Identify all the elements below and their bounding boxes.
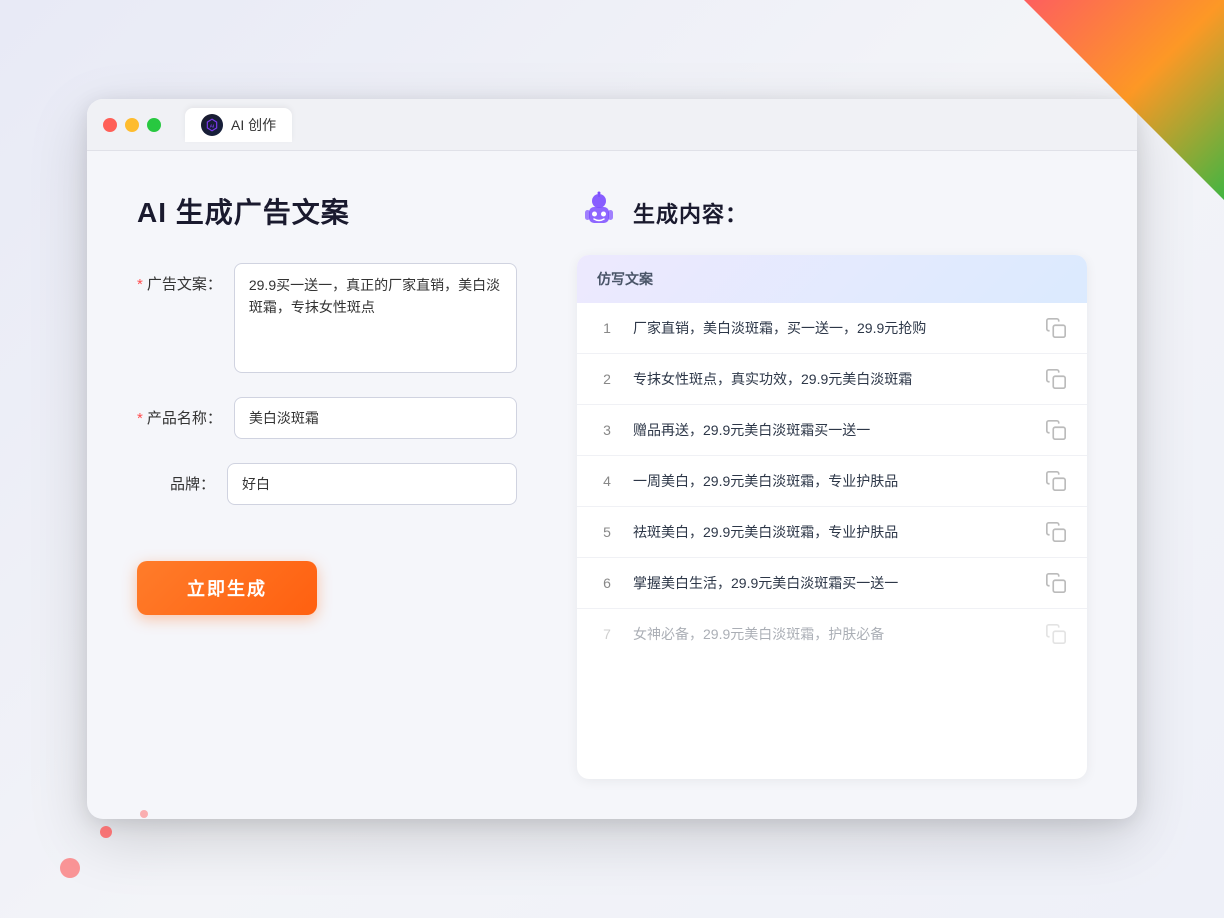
row-text: 赠品再送，29.9元美白淡斑霜买一送一	[633, 420, 1029, 441]
robot-icon	[577, 191, 621, 235]
maximize-button[interactable]	[147, 118, 161, 132]
ad-copy-input[interactable]	[234, 263, 517, 373]
active-tab[interactable]: AI AI 创作	[185, 108, 292, 142]
table-row: 7 女神必备，29.9元美白淡斑霜，护肤必备	[577, 609, 1087, 659]
ad-copy-label: *广告文案：	[137, 263, 234, 294]
row-text: 掌握美白生活，29.9元美白淡斑霜买一送一	[633, 573, 1029, 594]
right-panel: 生成内容： 仿写文案 1 厂家直销，美白淡斑霜，买一送一，29.9元抢购 2 专抹女…	[577, 191, 1087, 779]
copy-icon[interactable]	[1045, 419, 1067, 441]
row-number: 2	[597, 371, 617, 387]
brand-input[interactable]	[227, 463, 517, 505]
row-number: 1	[597, 320, 617, 336]
close-button[interactable]	[103, 118, 117, 132]
copy-icon[interactable]	[1045, 521, 1067, 543]
svg-text:AI: AI	[210, 123, 215, 128]
browser-window: AI AI 创作 AI 生成广告文案 *广告文案： *产品名称：	[87, 99, 1137, 819]
row-text: 一周美白，29.9元美白淡斑霜，专业护肤品	[633, 471, 1029, 492]
traffic-lights	[103, 118, 161, 132]
content-area: AI 生成广告文案 *广告文案： *产品名称： 品牌： 立	[87, 151, 1137, 819]
row-text: 祛斑美白，29.9元美白淡斑霜，专业护肤品	[633, 522, 1029, 543]
row-text: 女神必备，29.9元美白淡斑霜，护肤必备	[633, 624, 1029, 645]
results-header: 生成内容：	[577, 191, 1087, 235]
decorative-dot-1	[100, 826, 112, 838]
table-row: 1 厂家直销，美白淡斑霜，买一送一，29.9元抢购	[577, 303, 1087, 354]
row-number: 5	[597, 524, 617, 540]
table-row: 6 掌握美白生活，29.9元美白淡斑霜买一送一	[577, 558, 1087, 609]
product-name-input[interactable]	[234, 397, 517, 439]
copy-icon[interactable]	[1045, 572, 1067, 594]
brand-group: 品牌：	[137, 463, 517, 505]
title-bar: AI AI 创作	[87, 99, 1137, 151]
table-row: 5 祛斑美白，29.9元美白淡斑霜，专业护肤品	[577, 507, 1087, 558]
copy-icon[interactable]	[1045, 317, 1067, 339]
minimize-button[interactable]	[125, 118, 139, 132]
row-number: 4	[597, 473, 617, 489]
table-header: 仿写文案	[577, 255, 1087, 303]
row-number: 6	[597, 575, 617, 591]
generate-button[interactable]: 立即生成	[137, 561, 317, 615]
table-row: 4 一周美白，29.9元美白淡斑霜，专业护肤品	[577, 456, 1087, 507]
results-title: 生成内容：	[633, 197, 748, 229]
copy-icon[interactable]	[1045, 623, 1067, 645]
tab-label: AI 创作	[231, 115, 276, 135]
row-text: 专抹女性斑点，真实功效，29.9元美白淡斑霜	[633, 369, 1029, 390]
ad-copy-required: *	[137, 276, 143, 293]
row-number: 3	[597, 422, 617, 438]
results-table: 仿写文案 1 厂家直销，美白淡斑霜，买一送一，29.9元抢购 2 专抹女性斑点，真实…	[577, 255, 1087, 779]
left-panel: AI 生成广告文案 *广告文案： *产品名称： 品牌： 立	[137, 191, 517, 779]
product-name-required: *	[137, 410, 143, 427]
decorative-dot-2	[140, 810, 148, 818]
ad-copy-group: *广告文案：	[137, 263, 517, 373]
ai-tab-icon: AI	[201, 114, 223, 136]
brand-label: 品牌：	[137, 463, 227, 494]
copy-icon[interactable]	[1045, 470, 1067, 492]
table-row: 3 赠品再送，29.9元美白淡斑霜买一送一	[577, 405, 1087, 456]
product-name-label: *产品名称：	[137, 397, 234, 428]
results-rows: 1 厂家直销，美白淡斑霜，买一送一，29.9元抢购 2 专抹女性斑点，真实功效，29…	[577, 303, 1087, 659]
product-name-group: *产品名称：	[137, 397, 517, 439]
page-title: AI 生成广告文案	[137, 191, 517, 231]
table-row: 2 专抹女性斑点，真实功效，29.9元美白淡斑霜	[577, 354, 1087, 405]
row-text: 厂家直销，美白淡斑霜，买一送一，29.9元抢购	[633, 318, 1029, 339]
row-number: 7	[597, 626, 617, 642]
copy-icon[interactable]	[1045, 368, 1067, 390]
